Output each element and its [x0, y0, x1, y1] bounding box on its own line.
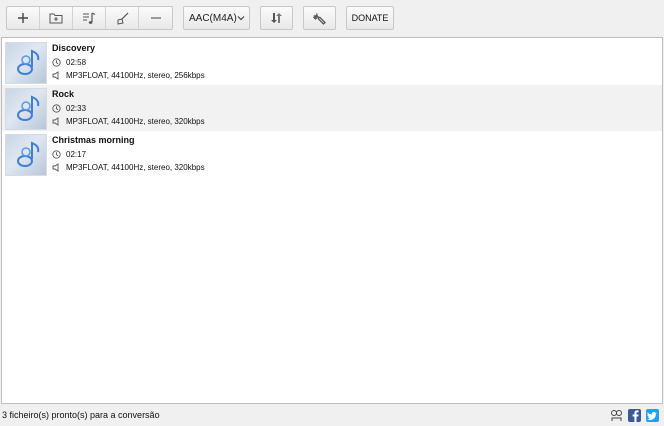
file-row-rock[interactable]: Rock 02:33 MP3FLOAT, 44100Hz, stereo, 32… [2, 85, 662, 131]
status-text: 3 ficheiro(s) pronto(s) para a conversão [2, 410, 160, 420]
file-info: MP3FLOAT, 44100Hz, stereo, 320kbps [52, 163, 205, 172]
wrench-icon [313, 12, 326, 25]
toolbar: AAC(M4A) DONATE [0, 0, 664, 36]
output-format-select[interactable]: AAC(M4A) [183, 6, 250, 30]
clock-icon [52, 150, 61, 159]
settings-button[interactable] [303, 6, 336, 30]
file-duration: 02:33 [52, 104, 86, 113]
plus-icon [18, 13, 28, 23]
file-info: MP3FLOAT, 44100Hz, stereo, 320kbps [52, 117, 205, 126]
share-icon [611, 410, 622, 421]
broom-icon [117, 12, 128, 25]
file-title: Christmas morning [52, 135, 135, 145]
chevron-down-icon [237, 16, 245, 21]
facebook-button[interactable] [628, 409, 641, 422]
file-title: Rock [52, 89, 75, 99]
file-info-value: MP3FLOAT, 44100Hz, stereo, 320kbps [66, 163, 205, 172]
clock-icon [52, 104, 61, 113]
file-actions-group [6, 6, 173, 30]
file-duration-value: 02:17 [66, 150, 87, 159]
output-format-value: AAC(M4A) [189, 12, 237, 24]
donate-label: DONATE [351, 13, 389, 23]
file-duration: 02:58 [52, 58, 86, 67]
add-track-button[interactable] [73, 7, 106, 29]
donate-button[interactable]: DONATE [346, 6, 394, 30]
file-info-value: MP3FLOAT, 44100Hz, stereo, 320kbps [66, 117, 205, 126]
status-bar: 3 ficheiro(s) pronto(s) para a conversão [0, 405, 664, 426]
music-note-icon [83, 11, 96, 24]
file-duration: 02:17 [52, 150, 86, 159]
share-button[interactable] [610, 409, 623, 422]
clear-list-button[interactable] [106, 7, 139, 29]
facebook-icon [632, 410, 639, 422]
file-info-value: MP3FLOAT, 44100Hz, stereo, 256kbps [66, 71, 205, 80]
file-row-discovery[interactable]: Discovery 02:58 MP3FLOAT, 44100Hz, stere… [2, 39, 662, 85]
music-note-icon [17, 49, 40, 75]
twitter-button[interactable] [646, 409, 659, 422]
file-duration-value: 02:58 [66, 58, 87, 67]
music-thumbnail [5, 88, 47, 130]
music-note-icon [17, 141, 40, 167]
clock-icon [52, 58, 61, 67]
convert-button[interactable] [260, 6, 293, 30]
file-row-christmas-morning[interactable]: Christmas morning 02:17 MP3FLOAT, 44100H… [2, 131, 662, 177]
music-thumbnail [5, 42, 47, 84]
file-info: MP3FLOAT, 44100Hz, stereo, 256kbps [52, 71, 205, 80]
convert-arrows-icon [270, 13, 282, 23]
speaker-icon [52, 71, 59, 80]
minus-icon [150, 17, 161, 19]
speaker-icon [52, 163, 59, 172]
file-list[interactable]: Discovery 02:58 MP3FLOAT, 44100Hz, stere… [1, 37, 663, 404]
speaker-icon [52, 117, 59, 126]
add-file-button[interactable] [7, 7, 40, 29]
add-folder-icon [49, 13, 63, 24]
file-title: Discovery [52, 43, 96, 53]
twitter-icon [647, 411, 657, 421]
music-thumbnail [5, 134, 47, 176]
music-note-icon [17, 95, 40, 121]
remove-file-button[interactable] [139, 7, 172, 29]
file-duration-value: 02:33 [66, 104, 87, 113]
add-folder-button[interactable] [40, 7, 73, 29]
